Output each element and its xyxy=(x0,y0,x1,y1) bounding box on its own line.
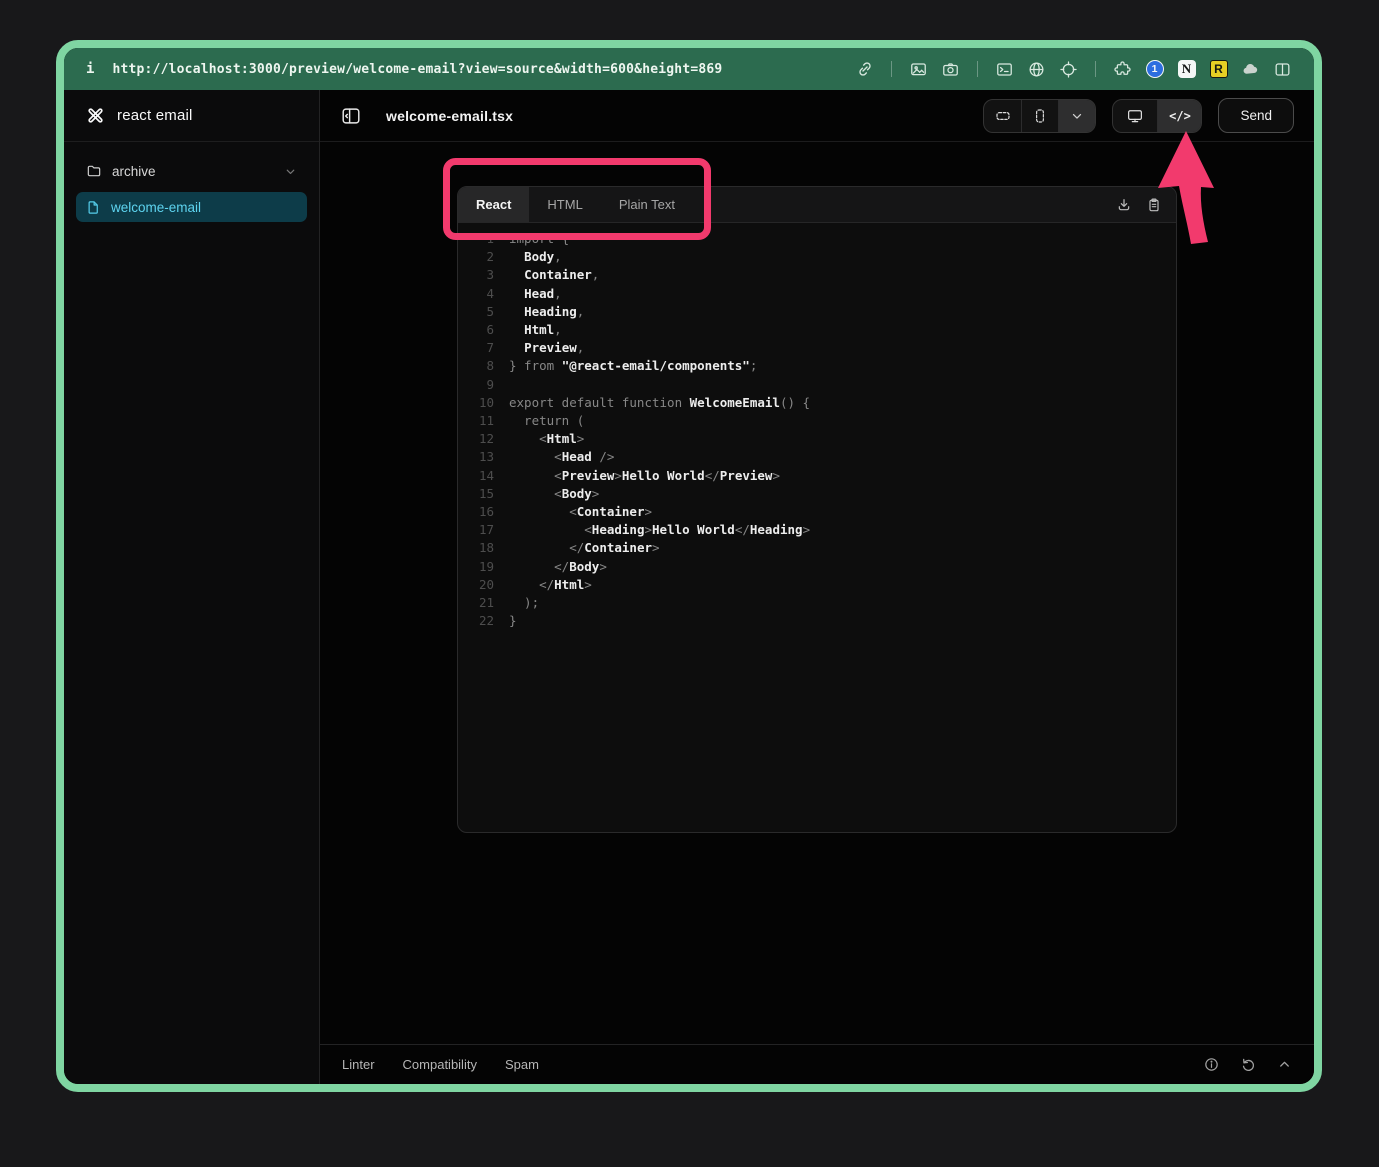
code-line: 22} xyxy=(472,612,1176,630)
code-line: 7 Preview, xyxy=(472,339,1176,357)
toolbar-divider xyxy=(1095,61,1096,77)
code-line: 16 <Container> xyxy=(472,503,1176,521)
address-bar[interactable]: http://localhost:3000/preview/welcome-em… xyxy=(112,62,722,77)
code-line: 9 xyxy=(472,376,1176,394)
code-line: 2 Body, xyxy=(472,248,1176,266)
terminal-icon[interactable] xyxy=(995,60,1014,79)
bottom-toolbar: Linter Compatibility Spam xyxy=(320,1044,1314,1084)
code-tabbar: ReactHTMLPlain Text xyxy=(458,187,1176,223)
send-button[interactable]: Send xyxy=(1218,98,1294,133)
chevron-up-icon[interactable] xyxy=(1277,1057,1292,1072)
folder-icon xyxy=(86,163,102,179)
footer-icons xyxy=(1203,1056,1292,1073)
browser-window: i http://localhost:3000/preview/welcome-… xyxy=(56,40,1322,1092)
desktop-preview-button[interactable] xyxy=(1113,100,1157,132)
code-line: 18 </Container> xyxy=(472,539,1176,557)
share-link-icon[interactable] xyxy=(855,60,874,79)
tab-plain-text[interactable]: Plain Text xyxy=(601,187,693,222)
footer-tab-spam[interactable]: Spam xyxy=(505,1057,539,1072)
sidebar-item-welcome-email[interactable]: welcome-email xyxy=(76,192,307,222)
sidebar-folder-archive[interactable]: archive xyxy=(76,157,307,185)
viewport-size-group xyxy=(983,99,1096,133)
browser-toolbar: i http://localhost:3000/preview/welcome-… xyxy=(64,48,1314,90)
crosshair-icon[interactable] xyxy=(1059,60,1078,79)
photo-icon[interactable] xyxy=(909,60,928,79)
source-code-toggle-button[interactable]: </> xyxy=(1157,100,1201,132)
code-line: 1import { xyxy=(472,230,1176,248)
main-panel: welcome-email.tsx xyxy=(320,90,1314,1084)
info-circle-icon[interactable] xyxy=(1203,1056,1220,1073)
tabbar-spacer xyxy=(693,187,1116,222)
globe-icon[interactable] xyxy=(1027,60,1046,79)
preview-content: ReactHTMLPlain Text 1import {2 Body,3 Co… xyxy=(320,142,1314,1044)
folder-label: archive xyxy=(112,164,156,179)
refresh-icon[interactable] xyxy=(1240,1056,1257,1073)
code-icon: </> xyxy=(1169,109,1191,123)
footer-tab-compatibility[interactable]: Compatibility xyxy=(403,1057,477,1072)
sidebar-nav: archive welcome-email xyxy=(64,142,319,237)
r-extension-icon[interactable]: R xyxy=(1209,60,1228,79)
browser-toolbar-icons: 1 N R xyxy=(855,60,1292,79)
view-mode-group: </> xyxy=(1112,99,1202,133)
code-line: 12 <Html> xyxy=(472,430,1176,448)
code-tabs: ReactHTMLPlain Text xyxy=(458,187,693,222)
source-code-panel: ReactHTMLPlain Text 1import {2 Body,3 Co… xyxy=(457,186,1177,833)
code-lines[interactable]: 1import {2 Body,3 Container,4 Head,5 Hea… xyxy=(458,223,1176,832)
code-line: 13 <Head /> xyxy=(472,448,1176,466)
chevron-down-icon xyxy=(284,165,297,178)
chevron-down-icon xyxy=(1070,109,1084,123)
copy-clipboard-icon[interactable] xyxy=(1146,197,1162,213)
code-line: 4 Head, xyxy=(472,285,1176,303)
viewport-width-button[interactable] xyxy=(984,100,1021,132)
tab-react[interactable]: React xyxy=(458,187,529,222)
toolbar-divider xyxy=(977,61,978,77)
code-line: 8} from "@react-email/components"; xyxy=(472,357,1176,375)
footer-tabs: Linter Compatibility Spam xyxy=(342,1057,539,1072)
code-line: 10export default function WelcomeEmail()… xyxy=(472,394,1176,412)
tab-html[interactable]: HTML xyxy=(529,187,600,222)
code-line: 5 Heading, xyxy=(472,303,1176,321)
brand-label: react email xyxy=(117,107,193,124)
code-line: 15 <Body> xyxy=(472,485,1176,503)
file-icon xyxy=(86,200,101,215)
notion-icon[interactable]: N xyxy=(1177,60,1196,79)
code-line: 20 </Html> xyxy=(472,576,1176,594)
code-line: 17 <Heading>Hello World</Heading> xyxy=(472,521,1176,539)
react-email-logo-icon xyxy=(85,105,106,126)
split-view-icon[interactable] xyxy=(1273,60,1292,79)
collapse-sidebar-button[interactable] xyxy=(340,105,362,127)
onepassword-icon[interactable]: 1 xyxy=(1145,60,1164,79)
main-header: welcome-email.tsx xyxy=(320,90,1314,142)
download-icon[interactable] xyxy=(1116,197,1132,213)
page-info-icon[interactable]: i xyxy=(86,61,94,77)
page-title: welcome-email.tsx xyxy=(386,108,513,124)
code-line: 6 Html, xyxy=(472,321,1176,339)
code-line: 3 Container, xyxy=(472,266,1176,284)
viewport-presets-dropdown[interactable] xyxy=(1058,100,1095,132)
sidebar-item-label: welcome-email xyxy=(111,200,201,215)
code-line: 19 </Body> xyxy=(472,558,1176,576)
sidebar: react email archive welcome-email xyxy=(64,90,320,1084)
code-line: 21 ); xyxy=(472,594,1176,612)
cloud-icon[interactable] xyxy=(1241,60,1260,79)
footer-tab-linter[interactable]: Linter xyxy=(342,1057,375,1072)
extensions-puzzle-icon[interactable] xyxy=(1113,60,1132,79)
react-email-app: react email archive welcome-email xyxy=(64,90,1314,1084)
panel-actions xyxy=(1116,187,1176,222)
brand-row[interactable]: react email xyxy=(64,90,319,142)
code-line: 14 <Preview>Hello World</Preview> xyxy=(472,467,1176,485)
viewport-height-button[interactable] xyxy=(1021,100,1058,132)
screenshot-camera-icon[interactable] xyxy=(941,60,960,79)
toolbar-divider xyxy=(891,61,892,77)
code-line: 11 return ( xyxy=(472,412,1176,430)
monitor-icon xyxy=(1126,107,1144,125)
